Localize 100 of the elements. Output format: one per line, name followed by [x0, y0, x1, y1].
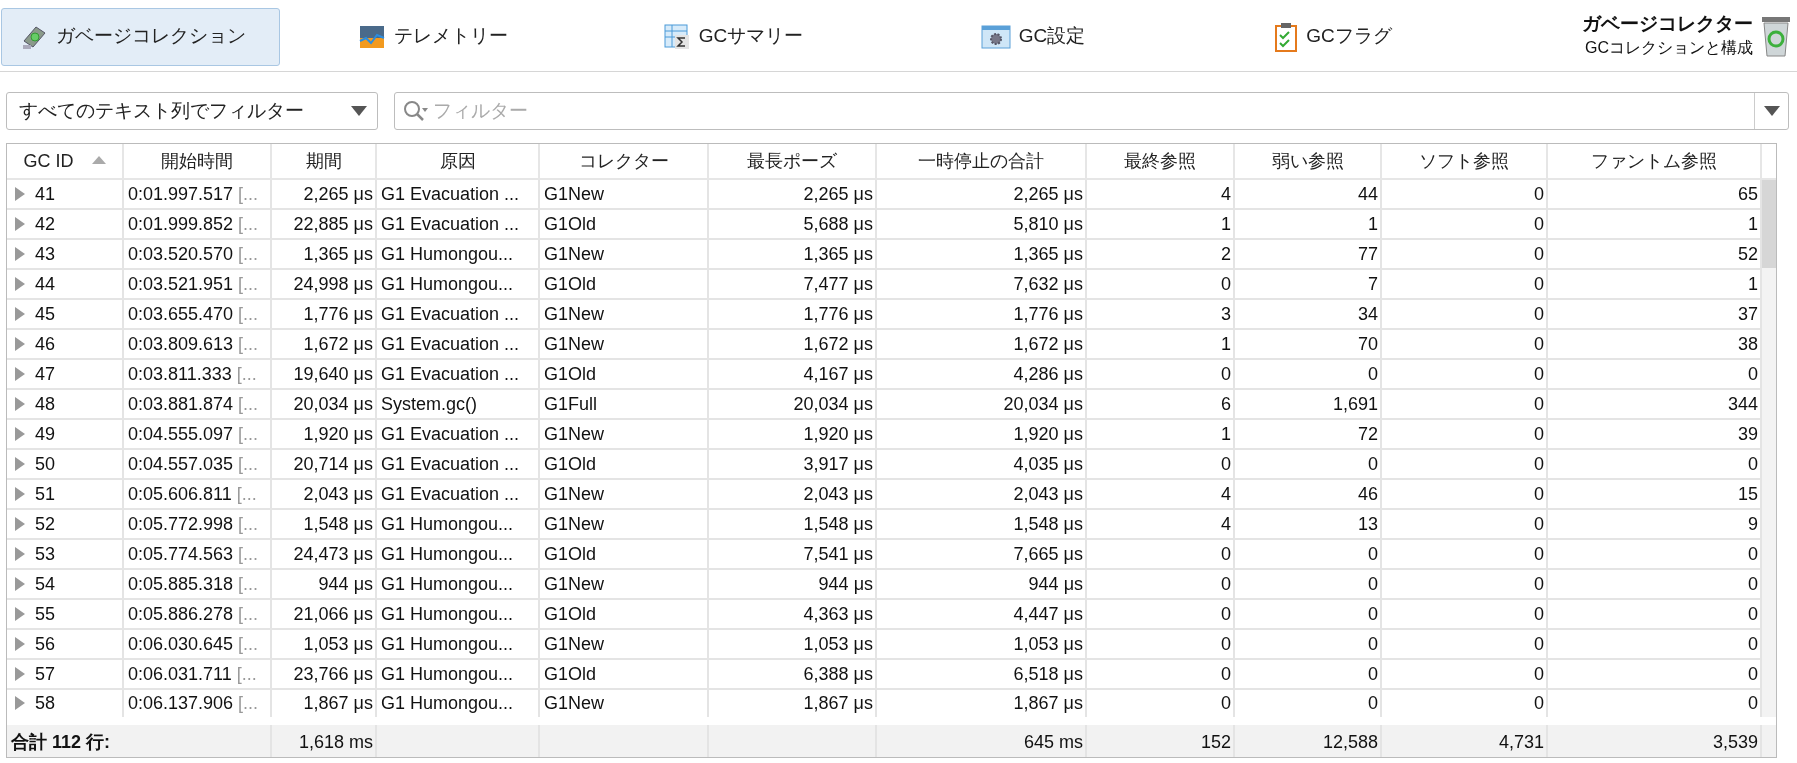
scrollbar-thumb[interactable]	[1762, 180, 1776, 268]
table-cell: G1 Evacuation ...	[376, 449, 539, 479]
table-cell: G1Old	[539, 659, 708, 689]
table-cell: 7,632 μs	[876, 269, 1086, 299]
table-cell: 24,473 μs	[271, 539, 376, 569]
column-header[interactable]: ファントム参照	[1547, 144, 1761, 179]
table-cell: 1,776 μs	[876, 299, 1086, 329]
table-cell: G1 Humongou...	[376, 539, 539, 569]
id-text: 45	[35, 303, 56, 324]
table-cell: 4,447 μs	[876, 599, 1086, 629]
column-header[interactable]: GC ID	[7, 144, 123, 179]
table-cell: 0	[1381, 239, 1547, 269]
expand-arrow-icon[interactable]	[15, 366, 25, 381]
table-cell: 52	[1547, 239, 1761, 269]
table-cell: 944 μs	[271, 569, 376, 599]
truncated-text: [...	[238, 633, 259, 654]
filter-field[interactable]: フィルター	[394, 92, 1789, 130]
toolbar-tab[interactable]: GC設定	[880, 7, 1180, 66]
expand-arrow-icon[interactable]	[15, 636, 25, 651]
id-text: 53	[35, 543, 56, 564]
column-header[interactable]: コレクター	[539, 144, 708, 179]
column-header[interactable]: 原因	[376, 144, 539, 179]
table-cell: G1New	[539, 329, 708, 359]
table-cell: 0	[1381, 209, 1547, 239]
expand-arrow-icon[interactable]	[15, 336, 25, 351]
expand-arrow-icon[interactable]	[15, 546, 25, 561]
toolbar-tab[interactable]: テレメトリー	[280, 7, 580, 66]
start-time-text: 0:04.555.097	[128, 423, 235, 444]
table-cell: G1New	[539, 629, 708, 659]
expand-arrow-icon[interactable]	[15, 516, 25, 531]
table-cell: 3	[1086, 299, 1234, 329]
start-time-text: 0:05.772.998	[128, 513, 235, 534]
table-cell: 1,920 μs	[708, 419, 876, 449]
table-cell: 1,365 μs	[708, 239, 876, 269]
column-header[interactable]: 一時停止の合計	[876, 144, 1086, 179]
table-cell: 2,265 μs	[708, 179, 876, 209]
truncated-text: [...	[238, 213, 259, 234]
table-cell: G1 Humongou...	[376, 659, 539, 689]
expand-arrow-icon[interactable]	[15, 396, 25, 411]
table-cell: 0	[1381, 389, 1547, 419]
truncated-text: [...	[238, 303, 259, 324]
filter-scope-dropdown[interactable]: すべてのテキスト列でフィルター	[6, 92, 378, 130]
table-cell: 1	[1234, 209, 1381, 239]
table-cell: 19,640 μs	[271, 359, 376, 389]
table-cell: 1,672 μs	[876, 329, 1086, 359]
toolbar-tab[interactable]: GCフラグ	[1180, 7, 1480, 66]
toolbar-tab[interactable]: ガベージコレクション	[1, 7, 280, 66]
start-time-text: 0:05.774.563	[128, 543, 235, 564]
table-cell: 9	[1547, 509, 1761, 539]
table-cell: 1	[1547, 269, 1761, 299]
table-cell: 77	[1234, 239, 1381, 269]
table-cell: G1Old	[539, 539, 708, 569]
table-cell: G1 Evacuation ...	[376, 299, 539, 329]
table-cell: 0	[1381, 629, 1547, 659]
toolbar-tab[interactable]: GCサマリー	[580, 7, 880, 66]
column-header[interactable]: 弱い参照	[1234, 144, 1381, 179]
start-time-text: 0:03.881.874	[128, 393, 235, 414]
table-cell: 24,998 μs	[271, 269, 376, 299]
expand-arrow-icon[interactable]	[15, 216, 25, 231]
truncated-text: [...	[238, 423, 259, 444]
truncated-text: [...	[238, 543, 259, 564]
expand-arrow-icon[interactable]	[15, 576, 25, 591]
table-cell: 0	[1086, 599, 1234, 629]
id-text: 51	[35, 483, 56, 504]
table-cell: 4,286 μs	[876, 359, 1086, 389]
table-cell: 6,388 μs	[708, 659, 876, 689]
truncated-text: [...	[238, 573, 259, 594]
expand-arrow-icon[interactable]	[15, 306, 25, 321]
expand-arrow-icon[interactable]	[15, 276, 25, 291]
expand-arrow-icon[interactable]	[15, 606, 25, 621]
column-header[interactable]: 開始時間	[123, 144, 271, 179]
column-header[interactable]: 最長ポーズ	[708, 144, 876, 179]
expand-arrow-icon[interactable]	[15, 246, 25, 261]
truncated-text: [...	[238, 393, 259, 414]
table-cell: 20,034 μs	[708, 389, 876, 419]
table-cell: 0	[1547, 449, 1761, 479]
table-cell: 2,265 μs	[271, 179, 376, 209]
expand-arrow-icon[interactable]	[15, 456, 25, 471]
column-header[interactable]: ソフト参照	[1381, 144, 1547, 179]
column-header[interactable]: 最終参照	[1086, 144, 1234, 179]
table-cell: 4	[1086, 479, 1234, 509]
table-cell: G1 Humongou...	[376, 269, 539, 299]
expand-arrow-icon[interactable]	[15, 186, 25, 201]
table-cell: G1 Humongou...	[376, 569, 539, 599]
expand-arrow-icon[interactable]	[15, 426, 25, 441]
table-cell: 0	[1547, 569, 1761, 599]
start-time-text: 0:03.520.570	[128, 243, 235, 264]
expand-arrow-icon[interactable]	[15, 486, 25, 501]
table-cell: 38	[1547, 329, 1761, 359]
column-header[interactable]: 期間	[271, 144, 376, 179]
table-cell: 20,034 μs	[876, 389, 1086, 419]
table-cell: G1 Evacuation ...	[376, 479, 539, 509]
table-cell: 0	[1086, 359, 1234, 389]
table-cell: G1New	[539, 509, 708, 539]
table-cell: G1 Humongou...	[376, 239, 539, 269]
id-text: 43	[35, 243, 56, 264]
table-cell: 1,053 μs	[876, 629, 1086, 659]
expand-arrow-icon[interactable]	[15, 666, 25, 681]
truncated-text: [...	[238, 273, 259, 294]
table-cell: G1 Evacuation ...	[376, 209, 539, 239]
